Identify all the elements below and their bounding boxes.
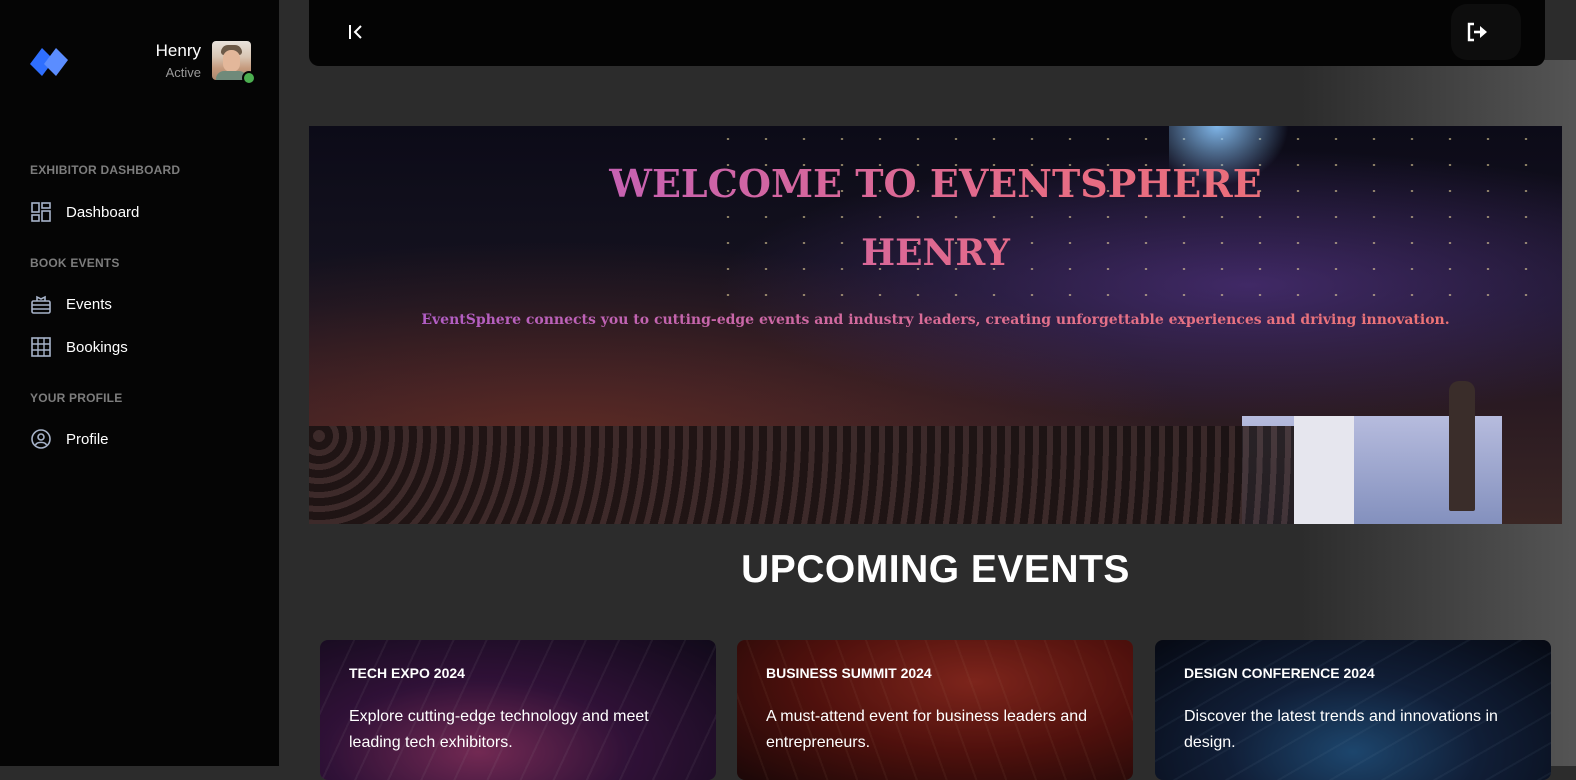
hero-banner: WELCOME TO EVENTSPHERE HENRY EventSphere…: [309, 126, 1562, 524]
upcoming-events-heading: UPCOMING EVENTS: [741, 548, 1130, 591]
hero-podium: [1294, 416, 1354, 524]
section-title-your-profile: YOUR PROFILE: [30, 391, 123, 405]
user-status: Active: [165, 65, 201, 80]
hero-audience: [309, 426, 1309, 524]
section-title-book-events: BOOK EVENTS: [30, 256, 120, 270]
event-card-description: Explore cutting-edge technology and meet…: [349, 708, 649, 751]
sidebar-item-profile[interactable]: Profile: [30, 426, 109, 452]
user-name: Henry: [155, 41, 201, 60]
event-card-tech-expo[interactable]: TECH EXPO 2024 Explore cutting-edge tech…: [320, 640, 716, 780]
bookings-grid-icon: [31, 337, 51, 357]
hero-subtitle: EventSphere connects you to cutting-edge…: [309, 312, 1562, 328]
event-card-title: DESIGN CONFERENCE 2024: [1184, 665, 1375, 681]
hero-title: WELCOME TO EVENTSPHERE: [309, 161, 1562, 206]
event-card-title: TECH EXPO 2024: [349, 665, 465, 681]
hero-speaker: [1449, 381, 1475, 511]
event-card-design-conference[interactable]: DESIGN CONFERENCE 2024 Discover the late…: [1155, 640, 1551, 780]
section-title-exhibitor-dashboard: EXHIBITOR DASHBOARD: [30, 163, 181, 177]
events-icon: [31, 295, 51, 314]
sidebar-item-label: Events: [66, 295, 112, 313]
sidebar-item-events[interactable]: Events: [30, 291, 112, 317]
logout-icon: [1467, 22, 1487, 42]
sidebar-item-bookings[interactable]: Bookings: [30, 334, 128, 360]
sidebar-item-dashboard[interactable]: Dashboard: [30, 199, 139, 225]
avatar-face: [223, 50, 240, 72]
online-status-dot: [242, 71, 256, 85]
sidebar-item-label: Dashboard: [66, 203, 140, 221]
top-bar: [309, 0, 1545, 66]
profile-icon: [31, 429, 51, 449]
event-card-description: A must-attend event for business leaders…: [766, 708, 1088, 751]
event-card-description: Discover the latest trends and innovatio…: [1184, 708, 1498, 751]
hero-username: HENRY: [309, 232, 1562, 274]
user-profile-summary[interactable]: Henry Active: [0, 40, 256, 86]
dashboard-icon: [31, 202, 51, 222]
sidebar-item-label: Bookings: [66, 338, 128, 356]
collapse-sidebar-icon[interactable]: [345, 21, 367, 43]
sidebar: Henry Active EXHIBITOR DASHBOARD Dashboa…: [0, 0, 279, 766]
logout-button[interactable]: [1451, 4, 1521, 60]
event-card-business-summit[interactable]: BUSINESS SUMMIT 2024 A must-attend event…: [737, 640, 1133, 780]
event-card-title: BUSINESS SUMMIT 2024: [766, 665, 932, 681]
sidebar-item-label: Profile: [66, 430, 109, 448]
